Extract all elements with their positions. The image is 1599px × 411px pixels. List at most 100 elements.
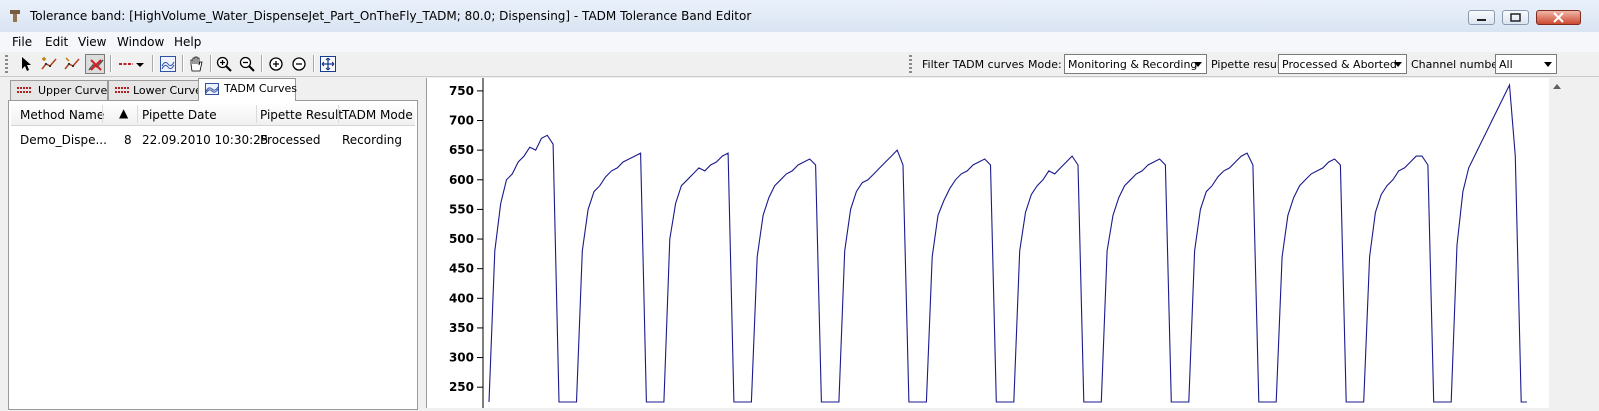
expand-button[interactable] [266, 54, 286, 74]
upper-curve-icon [17, 87, 31, 93]
maximize-button[interactable] [1502, 10, 1529, 25]
tab-upper-curve-label: Upper Curve [38, 84, 108, 97]
chevron-down-icon [1544, 62, 1552, 67]
y-tick-label: 550 [449, 202, 474, 216]
right-edge-strip [1566, 78, 1599, 408]
zoom-in-icon [216, 56, 232, 72]
line-style-icon [119, 63, 133, 65]
y-tick-label: 600 [449, 173, 474, 187]
column-header-pipette-result[interactable]: Pipette Result [260, 108, 343, 122]
line-style-dropdown[interactable] [135, 54, 147, 74]
column-header-pipette-date[interactable]: Pipette Date [142, 108, 217, 122]
toolbar: Filter TADM curves Mode: Monitoring & Re… [0, 52, 1599, 77]
filter-label: Filter TADM curves [922, 58, 1025, 71]
toolbar-separator [261, 55, 263, 72]
scroll-up-icon[interactable] [1553, 84, 1561, 89]
y-tick-label: 350 [449, 321, 474, 335]
close-button[interactable] [1536, 10, 1581, 25]
menu-bar: File Edit View Window Help [0, 32, 1599, 53]
y-tick-label: 450 [449, 262, 474, 276]
add-points-icon [41, 57, 57, 70]
pan-button[interactable] [186, 54, 206, 74]
menu-edit[interactable]: Edit [45, 35, 68, 49]
mode-select-value: Monitoring & Recording [1068, 58, 1198, 71]
minus-circle-icon [292, 57, 306, 71]
channel-number-label: Channel number: [1411, 58, 1507, 71]
title-bar: Tolerance band: [HighVolume_Water_Dispen… [0, 0, 1599, 33]
channel-number-select[interactable]: All [1495, 54, 1557, 74]
fit-view-button[interactable] [318, 54, 338, 74]
close-icon [1553, 12, 1564, 23]
edit-points-icon [64, 57, 80, 70]
cell-method-name: Demo_Dispe... [20, 133, 107, 147]
menu-view[interactable]: View [78, 35, 106, 49]
y-tick-label: 750 [449, 84, 474, 98]
column-divider[interactable] [256, 105, 257, 123]
cell-tadm-mode: Recording [342, 133, 403, 147]
table-row[interactable]: Demo_Dispe... 8 22.09.2010 10:30:25 Proc… [11, 127, 415, 147]
chart-panel[interactable]: 250 300 350 400 450 500 550 600 650 700 750 [426, 78, 1599, 408]
add-points-button[interactable] [39, 54, 59, 74]
menu-file[interactable]: File [12, 35, 32, 49]
toolbar-separator [110, 55, 112, 72]
vertical-scrollbar[interactable] [1549, 78, 1566, 408]
table-header: Method Name ▲ Pipette Date Pipette Resul… [11, 103, 415, 126]
cell-pipette-date: 22.09.2010 10:30:25 [142, 133, 269, 147]
zoom-out-button[interactable] [237, 54, 257, 74]
zoom-in-button[interactable] [214, 54, 234, 74]
menu-help[interactable]: Help [174, 35, 201, 49]
y-tick-label: 650 [449, 143, 474, 157]
select-tool-button[interactable] [16, 54, 36, 74]
toolbar-separator [152, 55, 154, 72]
line-style-button[interactable] [116, 54, 136, 74]
column-header-tadm-mode[interactable]: TADM Mode [342, 108, 413, 122]
mode-select[interactable]: Monitoring & Recording [1064, 54, 1207, 74]
tab-upper-curve[interactable]: Upper Curve [10, 80, 108, 100]
app-icon [10, 10, 20, 22]
lower-curve-icon [115, 87, 129, 93]
sort-ascending-icon[interactable]: ▲ [119, 106, 128, 120]
tadm-chart[interactable]: 250 300 350 400 450 500 550 600 650 700 750 [427, 78, 1550, 408]
toolbar-grip[interactable] [5, 55, 8, 73]
maximize-icon [1510, 13, 1521, 22]
cell-channel: 8 [124, 133, 132, 147]
y-tick-label: 700 [449, 114, 474, 128]
fit-view-icon [320, 56, 336, 72]
tab-tadm-curves-label: TADM Curves [224, 82, 298, 95]
zoom-out-icon [239, 56, 255, 72]
dropdown-arrow-icon [136, 63, 144, 67]
hand-pan-icon [190, 56, 203, 72]
chevron-down-icon [1194, 62, 1202, 67]
y-tick-label: 300 [449, 351, 474, 365]
curves-button[interactable] [158, 54, 178, 74]
y-tick-label: 400 [449, 291, 474, 305]
pipette-result-select[interactable]: Processed & Aborted [1278, 54, 1407, 74]
edit-points-button[interactable] [62, 54, 82, 74]
tab-tadm-curves[interactable]: TADM Curves [198, 78, 298, 101]
minimize-button[interactable] [1468, 10, 1495, 25]
toolbar-separator [313, 55, 315, 72]
filter-toolbar-grip[interactable] [909, 55, 912, 73]
toolbar-separator [210, 55, 212, 72]
tab-lower-curve[interactable]: Lower Curve [108, 80, 202, 100]
column-divider[interactable] [137, 105, 138, 123]
window-title: Tolerance band: [HighVolume_Water_Dispen… [30, 9, 752, 23]
arrow-pointer-icon [22, 57, 31, 71]
toolbar-separator [182, 55, 184, 72]
tadm-curve-line[interactable] [488, 82, 1527, 403]
tab-lower-curve-label: Lower Curve [133, 84, 202, 97]
curves-panel: Upper Curve Lower Curve TADM Curves Meth… [8, 78, 418, 410]
plus-circle-icon [269, 57, 283, 71]
y-tick-label: 500 [449, 232, 474, 246]
column-divider[interactable] [338, 105, 339, 123]
channel-number-select-value: All [1499, 58, 1513, 71]
menu-window[interactable]: Window [117, 35, 164, 49]
delete-points-icon [88, 59, 104, 71]
minimize-icon [1477, 19, 1486, 21]
collapse-button[interactable] [289, 54, 309, 74]
chevron-down-icon [1394, 62, 1402, 67]
delete-points-button[interactable] [85, 54, 105, 74]
column-divider[interactable] [102, 105, 103, 123]
column-header-method-name[interactable]: Method Name [20, 108, 104, 122]
mode-label: Mode: [1028, 58, 1062, 71]
